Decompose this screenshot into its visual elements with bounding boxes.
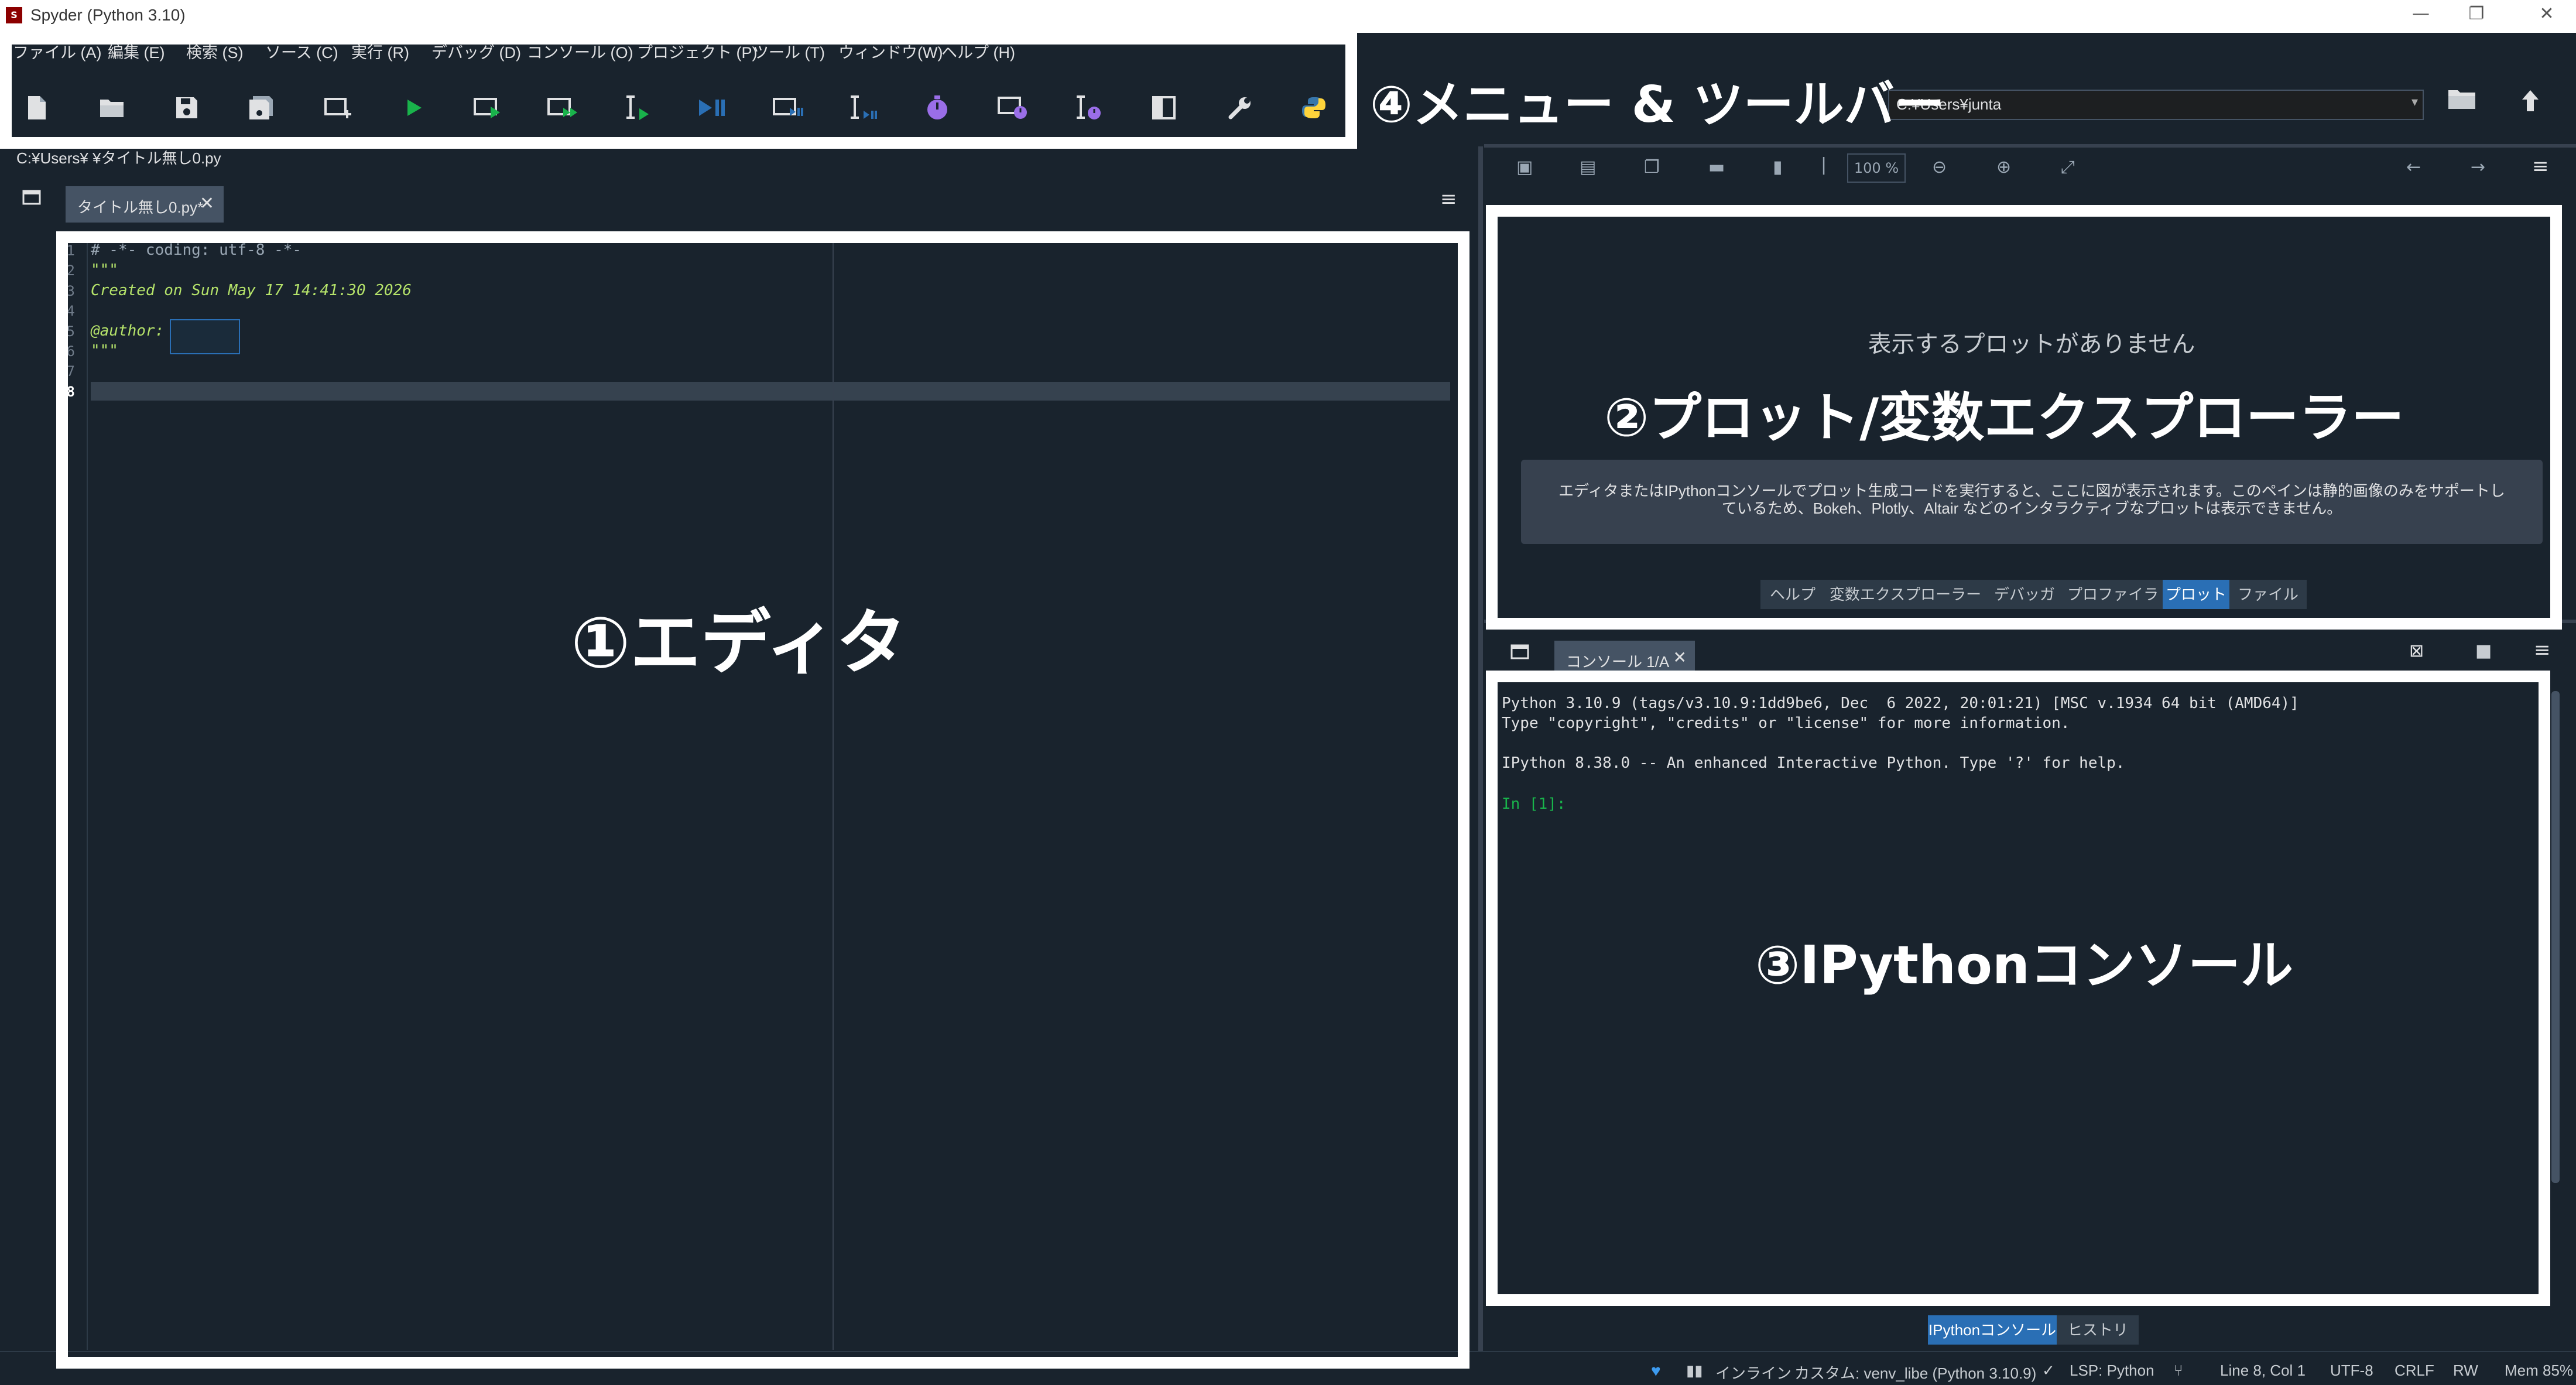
up-arrow-icon[interactable] (2517, 88, 2553, 121)
close-window-button[interactable]: ✕ (2529, 4, 2564, 24)
pane-splitter-vertical[interactable] (1478, 146, 1483, 1351)
tab-ipython-console[interactable]: IPythonコンソール (1928, 1315, 2058, 1345)
console-scrollbar[interactable] (2551, 691, 2560, 1183)
folder-icon[interactable] (2447, 88, 2482, 121)
editor-tab[interactable]: タイトル無し0.py* ✕ (66, 186, 224, 223)
memory-usage: Mem 85% (2505, 1362, 2574, 1379)
browse-console-tabs-icon[interactable] (1510, 643, 1534, 666)
save-plot-icon[interactable]: ▣ (1516, 157, 1533, 177)
end-of-line: CRLF (2395, 1362, 2434, 1379)
annotation-frame-menu-toolbar (0, 33, 1357, 149)
restore-button[interactable]: ❐ (2459, 4, 2494, 24)
window-title: Spyder (Python 3.10) (30, 6, 186, 24)
console-options-menu-icon[interactable]: ≡ (2534, 638, 2551, 662)
annotation-label-plots: ②プロット/変数エクスプローラー (1604, 387, 2404, 449)
editor-tab-label: タイトル無し0.py* (77, 199, 204, 216)
previous-plot-icon[interactable]: ← (2406, 157, 2421, 177)
heart-icon[interactable]: ♥ (1651, 1362, 1661, 1380)
save-all-plots-icon[interactable]: ▤ (1580, 157, 1596, 177)
annotation-frame-editor (56, 231, 1469, 1369)
lsp-status[interactable]: LSP: Python (2070, 1362, 2154, 1380)
editor-file-path: C:¥Users¥ ¥タイトル無し0.py (0, 146, 1484, 167)
console-tab-label: コンソール 1/A (1566, 653, 1670, 671)
graphics-backend[interactable]: インライン (1715, 1362, 1791, 1383)
browse-tabs-icon[interactable] (22, 189, 46, 212)
spyder-app-icon: S (6, 7, 22, 23)
plots-options-menu-icon[interactable]: ≡ (2532, 155, 2549, 178)
stop-kernel-icon[interactable]: ■ (2475, 641, 2492, 661)
file-encoding: UTF-8 (2330, 1362, 2373, 1379)
annotation-label-editor: ①エディタ (571, 603, 907, 684)
delete-plot-icon[interactable]: ▬ (1708, 157, 1725, 177)
annotation-label-console: ③IPythonコンソール (1755, 935, 2293, 996)
zoom-in-icon[interactable]: ⊕ (1996, 157, 2011, 177)
annotation-label-menu: ④メニュー & ツールバー (1370, 76, 1945, 134)
pane-divider (1484, 144, 2576, 148)
editor-options-menu-icon[interactable]: ≡ (1440, 187, 1464, 211)
working-directory-combo[interactable]: C:¥Users¥junta ▾ (1888, 90, 2424, 120)
git-branch-icon: ⑂ (2174, 1362, 2183, 1379)
close-console-tab-icon[interactable]: ✕ (1673, 648, 1687, 667)
chart-icon: ▮▮ (1686, 1362, 1703, 1379)
chevron-down-icon[interactable]: ▾ (2411, 94, 2418, 110)
delete-all-plots-icon[interactable]: ▮ (1773, 157, 1783, 177)
minimize-button[interactable]: — (2403, 4, 2438, 24)
file-permissions: RW (2453, 1362, 2478, 1379)
tab-history[interactable]: ヒストリ (2057, 1315, 2140, 1345)
next-plot-icon[interactable]: → (2471, 157, 2485, 177)
check-icon: ✓ (2042, 1362, 2055, 1379)
python-environment[interactable]: カスタム: venv_libe (Python 3.10.9) (1794, 1362, 2036, 1383)
close-tab-icon[interactable]: ✕ (200, 193, 214, 214)
copy-plot-icon[interactable]: ❐ (1644, 157, 1660, 177)
cursor-position: Line 8, Col 1 (2220, 1362, 2306, 1379)
zoom-field[interactable]: 100 % (1847, 153, 1906, 183)
plots-toolbar: ▣ ▤ ❐ ▬ ▮ | (1510, 155, 2037, 180)
fit-plot-icon[interactable]: ⤢ (2061, 157, 2075, 177)
clear-console-icon[interactable]: ⊠ (2409, 641, 2424, 661)
zoom-out-icon[interactable]: ⊖ (1932, 157, 1947, 177)
title-bar: S Spyder (Python 3.10) — ❐ ✕ (0, 0, 2576, 33)
separator-icon: | (1821, 155, 1827, 175)
